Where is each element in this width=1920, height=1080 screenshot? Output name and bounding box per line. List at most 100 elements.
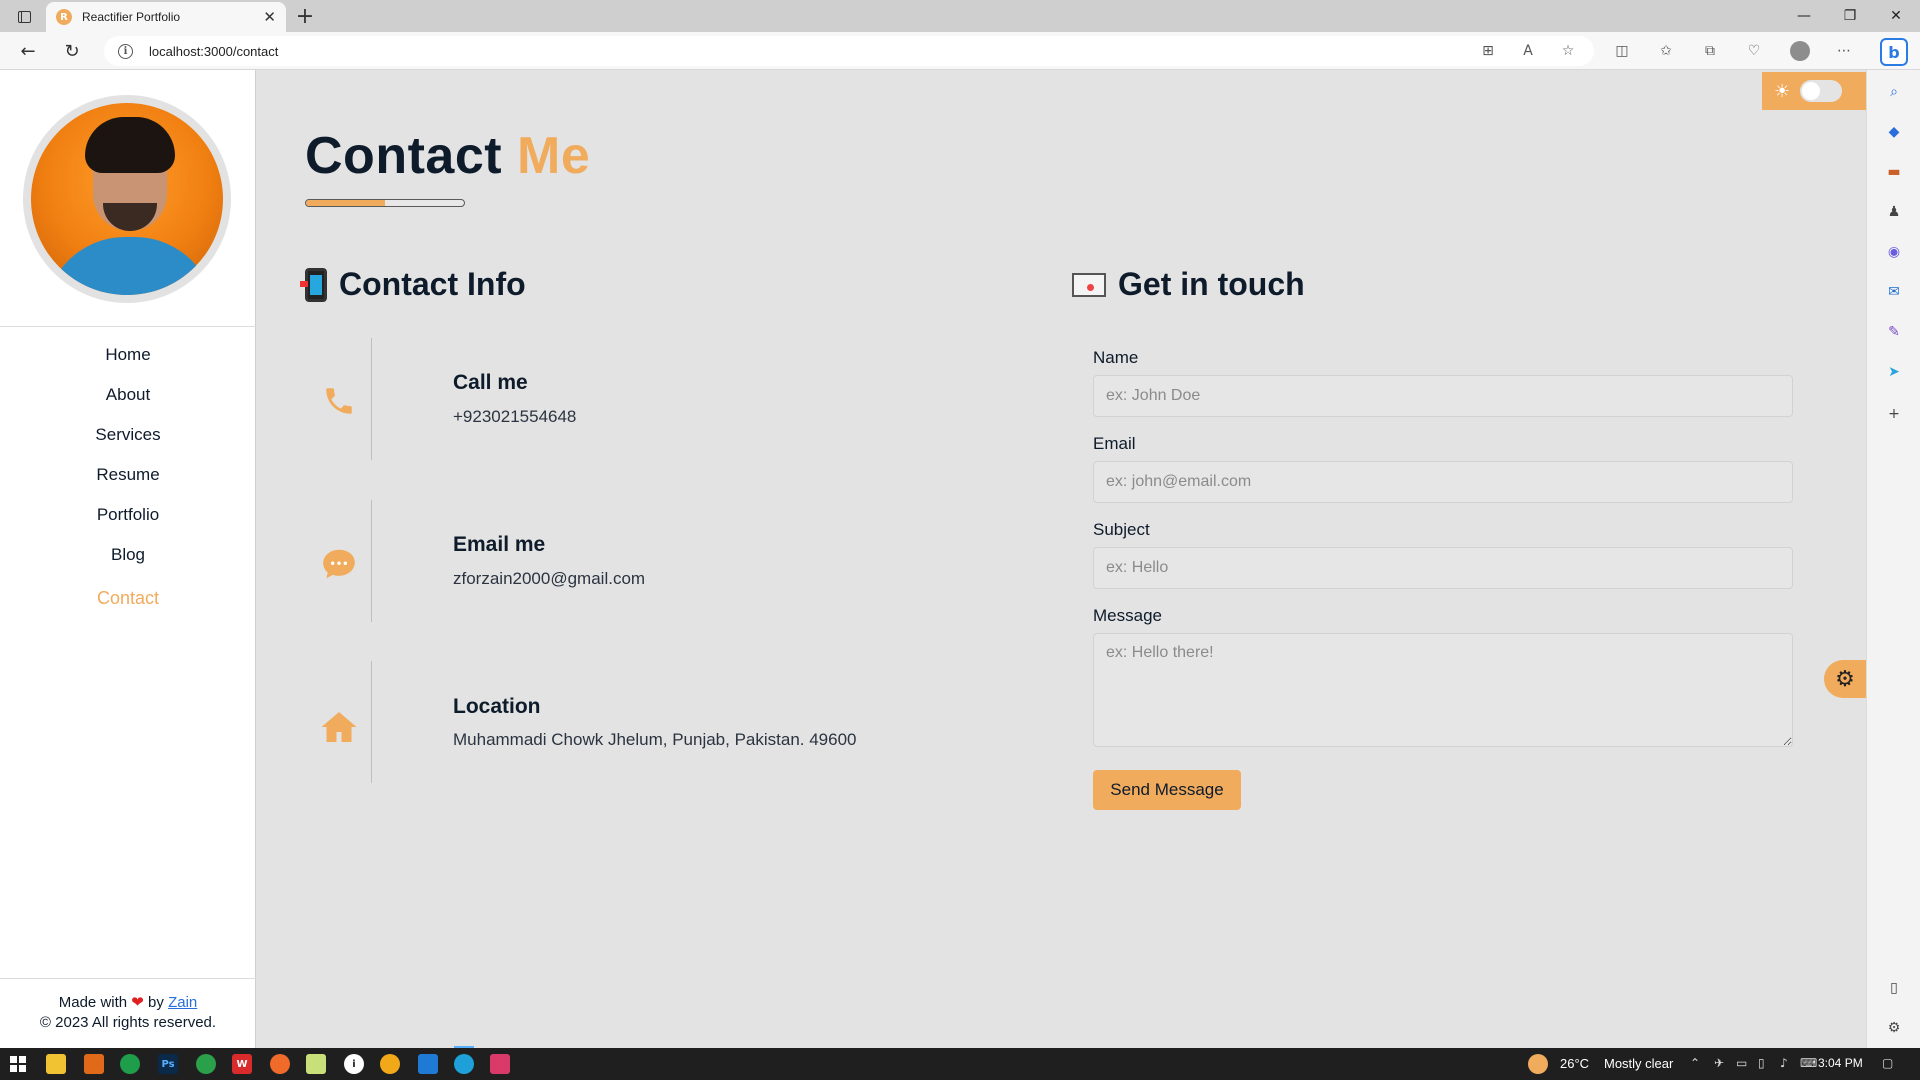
avatar-photo [31, 103, 223, 295]
battery-icon[interactable]: ▯ [1758, 1056, 1765, 1070]
contact-item-label: Email me [453, 533, 546, 556]
weather-temp[interactable]: 26°C [1560, 1056, 1589, 1071]
nav-item-contact[interactable]: Contact [0, 575, 256, 619]
footer-copyright: © 2023 All rights reserved. [39, 1014, 217, 1031]
photoshop-icon[interactable]: Ps [158, 1054, 178, 1074]
split-screen-icon[interactable]: ◫ [1612, 41, 1632, 61]
contact-item-label: Location [453, 695, 541, 718]
dark-mode-switch[interactable] [1800, 80, 1843, 102]
sidebar-divider [0, 326, 256, 327]
app-icon[interactable] [490, 1054, 510, 1074]
site-sidebar: Home About Services Resume Portfolio Blo… [0, 70, 256, 1048]
nav-item-services[interactable]: Services [0, 415, 256, 455]
bing-copilot-icon[interactable]: b [1880, 38, 1908, 66]
app-icon[interactable] [270, 1054, 290, 1074]
theme-toggle[interactable]: ☀ [1762, 72, 1866, 110]
app-icon[interactable]: i [344, 1054, 364, 1074]
message-textarea[interactable] [1093, 633, 1793, 747]
brightness-icon: ☀ [1774, 80, 1791, 102]
phone-icon [319, 381, 359, 421]
weather-icon[interactable] [1528, 1054, 1548, 1074]
title-underline-fill [306, 200, 385, 206]
browser-tab-active[interactable]: R Reactifier Portfolio ✕ [46, 2, 286, 32]
contact-item-location: Location Muhammadi Chowk Jhelum, Punjab,… [305, 661, 1005, 783]
tray-chevron-icon[interactable]: ⌃ [1690, 1056, 1700, 1070]
nav-item-about[interactable]: About [0, 375, 256, 415]
games-icon[interactable]: ♟ [1884, 202, 1904, 222]
active-app-indicator [454, 1046, 474, 1048]
tab-close-icon[interactable]: ✕ [263, 8, 276, 26]
app-available-icon[interactable]: ⊞ [1478, 41, 1498, 61]
footer-by: by [148, 994, 164, 1011]
profile-avatar [23, 95, 231, 303]
clock-time[interactable]: 3:04 PM [1818, 1056, 1863, 1070]
contact-item-value: +923021554648 [453, 407, 577, 426]
home-icon [319, 707, 359, 747]
settings-gear-icon[interactable]: ⚙ [1824, 660, 1866, 698]
whatsapp-icon[interactable] [196, 1054, 216, 1074]
back-arrow-icon[interactable]: ← [14, 37, 42, 65]
contact-info-heading: Contact Info [300, 266, 526, 303]
window-minimize-button[interactable]: — [1784, 4, 1824, 28]
windows-taskbar: Ps W i 26°C Mostly clear ⌃ ✈ ▭ ▯ ♪ ⌨ 3:0… [0, 1048, 1920, 1080]
app-icon[interactable] [380, 1054, 400, 1074]
site-info-icon[interactable]: i [118, 43, 133, 59]
nav-item-resume[interactable]: Resume [0, 455, 256, 495]
shopping-tag-icon[interactable]: ◆ [1884, 122, 1904, 142]
name-input[interactable] [1093, 375, 1793, 417]
favorites-icon[interactable]: ✩ [1656, 41, 1676, 61]
tab-title: Reactifier Portfolio [82, 10, 181, 24]
email-input[interactable] [1093, 461, 1793, 503]
envelope-icon [1072, 272, 1106, 297]
designer-icon[interactable]: ✎ [1884, 322, 1904, 342]
window-restore-button[interactable]: ❐ [1830, 4, 1870, 28]
sidebar-settings-icon[interactable]: ⚙ [1884, 1018, 1904, 1038]
profile-avatar-icon[interactable] [1790, 41, 1810, 61]
refresh-icon[interactable]: ↻ [58, 37, 86, 65]
add-sidebar-app-icon[interactable]: + [1884, 404, 1904, 424]
info-divider [371, 338, 372, 460]
new-tab-button[interactable]: + [292, 4, 318, 29]
get-in-touch-heading: Get in touch [1072, 266, 1305, 303]
browser-essentials-icon[interactable]: ♡ [1744, 41, 1764, 61]
contact-item-email: Email me zforzain2000@gmail.com [305, 500, 1005, 622]
name-label: Name [1093, 348, 1139, 367]
microsoft-365-icon[interactable]: ◉ [1884, 242, 1904, 262]
language-icon[interactable]: ⌨ [1800, 1056, 1817, 1070]
edge-icon[interactable] [454, 1054, 474, 1074]
notepad-icon[interactable] [306, 1054, 326, 1074]
more-options-icon[interactable]: ⋯ [1834, 41, 1854, 61]
file-explorer-icon[interactable] [46, 1054, 66, 1074]
hide-sidebar-icon[interactable]: ▯ [1884, 978, 1904, 998]
drop-icon[interactable]: ➤ [1884, 362, 1904, 382]
search-icon[interactable]: ⌕ [1884, 82, 1904, 102]
nav-item-portfolio[interactable]: Portfolio [0, 495, 256, 535]
send-message-button[interactable]: Send Message [1093, 770, 1241, 810]
wps-icon[interactable]: W [232, 1054, 252, 1074]
address-url: localhost:3000/contact [149, 43, 279, 59]
footer-author-link[interactable]: Zain [168, 994, 197, 1011]
display-icon[interactable]: ▭ [1736, 1056, 1747, 1070]
vscode-icon[interactable] [418, 1054, 438, 1074]
nav-item-home[interactable]: Home [0, 335, 256, 375]
weather-text[interactable]: Mostly clear [1604, 1056, 1673, 1071]
address-bar[interactable]: i localhost:3000/contact [104, 36, 1594, 66]
notifications-icon[interactable]: ▢ [1882, 1056, 1893, 1070]
collections-icon[interactable]: ⧉ [1700, 41, 1720, 61]
nav-item-blog[interactable]: Blog [0, 535, 256, 575]
outlook-icon[interactable]: ✉ [1884, 282, 1904, 302]
tab-actions-button[interactable] [10, 6, 38, 28]
window-close-button[interactable]: ✕ [1876, 4, 1916, 28]
tools-briefcase-icon[interactable]: ▬ [1884, 162, 1904, 182]
app-icon[interactable] [84, 1054, 104, 1074]
windows-start-icon[interactable] [8, 1054, 28, 1074]
network-icon[interactable]: ✈ [1714, 1056, 1724, 1070]
volume-icon[interactable]: ♪ [1780, 1056, 1788, 1070]
title-underline-bar [305, 199, 465, 207]
favorite-star-icon[interactable]: ☆ [1558, 41, 1578, 61]
heart-icon: ❤ [131, 994, 144, 1011]
chrome-icon[interactable] [120, 1054, 140, 1074]
read-aloud-icon[interactable]: A [1518, 41, 1538, 61]
subject-input[interactable] [1093, 547, 1793, 589]
info-divider [371, 500, 372, 622]
